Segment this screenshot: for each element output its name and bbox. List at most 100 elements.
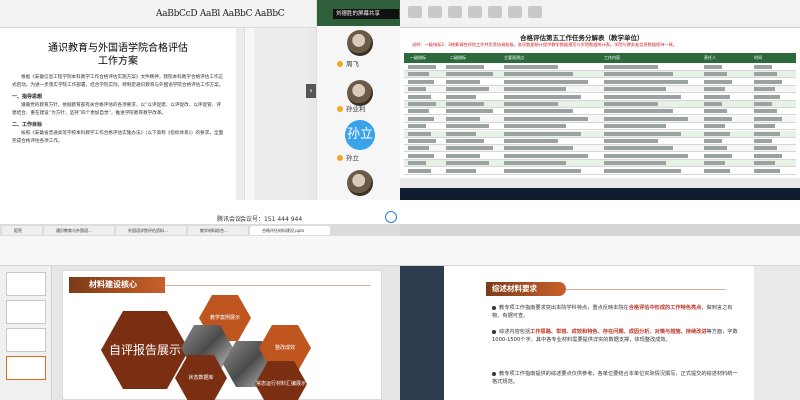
table-cell[interactable] [704, 109, 727, 114]
table-cell[interactable] [754, 146, 777, 151]
table-cell[interactable] [604, 65, 658, 69]
table-cell[interactable] [504, 168, 581, 173]
table-cell[interactable] [604, 72, 673, 77]
table-cell[interactable] [704, 168, 730, 173]
table-cell[interactable] [504, 131, 581, 136]
table-cell[interactable] [704, 146, 727, 151]
table-cell[interactable] [604, 116, 688, 121]
table-row[interactable] [404, 138, 796, 145]
table-cell[interactable] [408, 161, 426, 166]
table-cell[interactable] [754, 94, 780, 99]
slide-thumbnail-selected[interactable] [6, 356, 46, 380]
table-cell[interactable] [754, 87, 775, 92]
table-cell[interactable] [446, 102, 485, 106]
table-cell[interactable] [754, 161, 775, 166]
table-cell[interactable] [408, 168, 431, 173]
table-cell[interactable] [604, 139, 658, 143]
table-cell[interactable] [704, 87, 725, 92]
table-cell[interactable] [604, 161, 666, 166]
slide-thumbnail[interactable] [6, 300, 46, 324]
table-cell[interactable] [408, 124, 426, 129]
table-row[interactable] [404, 78, 796, 86]
table-cell[interactable] [754, 131, 780, 136]
table-row[interactable] [404, 130, 796, 138]
table-cell[interactable] [704, 124, 725, 129]
tab-item[interactable]: 外国语学院评估资料... [116, 226, 186, 235]
slide-thumbnail[interactable] [6, 328, 46, 352]
table-cell[interactable] [446, 72, 493, 77]
table-cell[interactable] [754, 65, 772, 69]
tab-item[interactable]: 教学材料综合... [188, 226, 248, 235]
table-cell[interactable] [446, 139, 485, 143]
table-cell[interactable] [704, 131, 730, 136]
tab-item-active[interactable]: 合格评估材料建设.pptx [250, 226, 330, 235]
table-cell[interactable] [754, 79, 782, 84]
table-cell[interactable] [408, 153, 434, 158]
table-cell[interactable] [604, 168, 681, 173]
table-cell[interactable] [408, 139, 436, 143]
table-cell[interactable] [408, 72, 429, 77]
table-cell[interactable] [446, 116, 481, 121]
ribbon-tab[interactable] [448, 6, 462, 18]
tab-item[interactable]: 稻壳 [2, 226, 42, 235]
table-cell[interactable] [446, 109, 493, 114]
table-cell[interactable] [504, 94, 581, 99]
table-cell[interactable] [504, 161, 566, 166]
table-cell[interactable] [504, 109, 573, 114]
table-cell[interactable] [408, 131, 431, 136]
table-cell[interactable] [754, 102, 772, 106]
table-cell[interactable] [408, 116, 434, 121]
ribbon-tab[interactable] [428, 6, 442, 18]
spreadsheet-grid[interactable]: 合格评估第五工作任务分解表（教学单位） 说明：一级指标2、3统筹调控评估工作并负… [400, 28, 800, 178]
table-row[interactable] [404, 93, 796, 101]
table-cell[interactable] [408, 94, 431, 99]
table-cell[interactable] [704, 153, 732, 158]
table-cell[interactable] [408, 146, 429, 151]
table-cell[interactable] [704, 102, 722, 106]
table-cell[interactable] [408, 102, 436, 106]
table-row[interactable] [404, 160, 796, 168]
table-cell[interactable] [504, 124, 566, 129]
table-cell[interactable] [446, 124, 489, 129]
style-gallery[interactable]: AaBbCcD AaBl AaBbC AaBbC [156, 9, 285, 19]
slide[interactable]: 综述材料要求 教专项工作指南要求突出本院学科特点，重点反映本院在合格评估中形成的… [444, 266, 754, 400]
table-cell[interactable] [754, 153, 782, 158]
table-cell[interactable] [446, 168, 476, 173]
table-cell[interactable] [446, 87, 489, 92]
table-cell[interactable] [446, 146, 493, 151]
table-cell[interactable] [704, 161, 725, 166]
table-cell[interactable] [604, 94, 681, 99]
ribbon-tab[interactable] [508, 6, 522, 18]
table-cell[interactable] [754, 168, 780, 173]
table-cell[interactable] [604, 102, 658, 106]
table-row[interactable] [404, 108, 796, 116]
table-cell[interactable] [504, 65, 558, 69]
table-cell[interactable] [604, 124, 666, 129]
table-cell[interactable] [408, 87, 426, 92]
table-row[interactable] [404, 115, 796, 123]
table-cell[interactable] [604, 79, 688, 84]
table-cell[interactable] [504, 87, 566, 92]
table-cell[interactable] [504, 146, 573, 151]
table-cell[interactable] [754, 72, 777, 77]
table-cell[interactable] [604, 131, 681, 136]
slide-thumbnail[interactable] [6, 272, 46, 296]
table-cell[interactable] [704, 94, 730, 99]
ribbon-tab[interactable] [408, 6, 422, 18]
table-cell[interactable] [446, 94, 476, 99]
table-cell[interactable] [604, 87, 666, 92]
table-cell[interactable] [754, 109, 777, 114]
table-cell[interactable] [754, 116, 782, 121]
table-cell[interactable] [504, 153, 588, 158]
table-row[interactable] [404, 86, 796, 94]
table-row[interactable] [404, 152, 796, 160]
table-cell[interactable] [504, 116, 588, 121]
table-cell[interactable] [504, 72, 573, 77]
table-cell[interactable] [754, 124, 775, 129]
tab-item[interactable]: 通识教育与外国语... [44, 226, 114, 235]
table-row[interactable] [404, 123, 796, 131]
table-cell[interactable] [446, 161, 489, 166]
collapse-arrow-icon[interactable]: › [306, 84, 316, 98]
table-cell[interactable] [446, 65, 485, 69]
ribbon-tab[interactable] [488, 6, 502, 18]
